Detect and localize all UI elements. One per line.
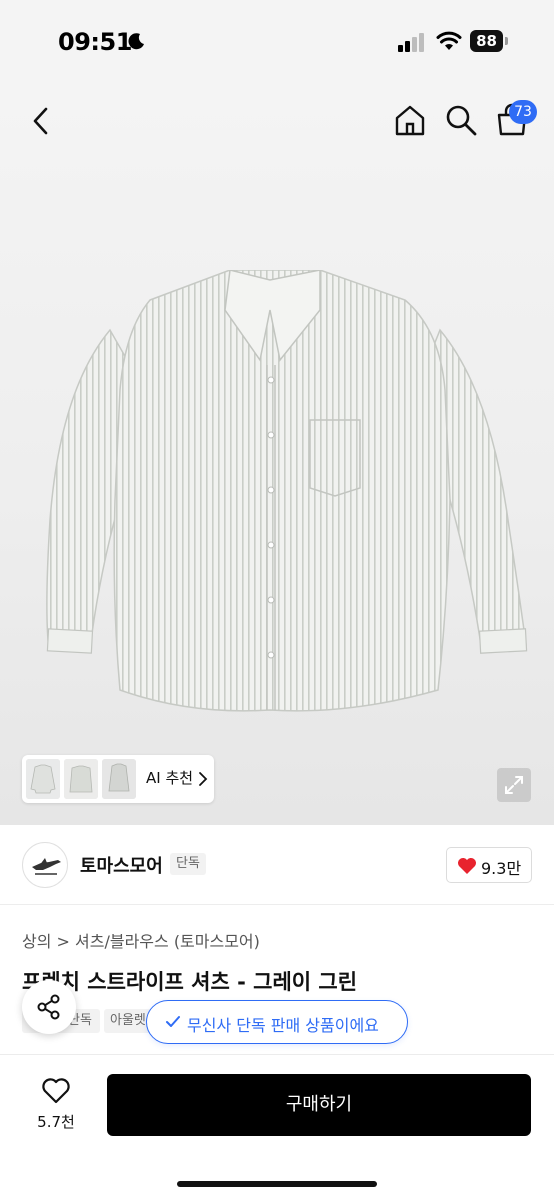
cart-count-badge: 73	[509, 100, 537, 124]
product-image-shirt	[46, 270, 528, 712]
exclusive-chip: 단독	[170, 853, 206, 875]
thumbnail-strip[interactable]: AI 추천	[22, 755, 214, 803]
moon-icon	[128, 33, 144, 50]
bottom-action-bar: 5.7천 구매하기	[0, 1054, 554, 1200]
brand-logo[interactable]	[22, 842, 68, 888]
brand-like-count: 9.3만	[481, 859, 522, 878]
share-icon	[37, 994, 60, 1020]
buy-button[interactable]: 구매하기	[107, 1074, 531, 1136]
status-time: 09:51	[58, 28, 132, 56]
wish-count: 5.7천	[37, 1113, 75, 1131]
thumbnail-image[interactable]	[26, 759, 60, 799]
thumbnail-image[interactable]	[102, 759, 136, 799]
brand-name[interactable]: 토마스모어	[80, 852, 163, 878]
expand-image-button[interactable]	[497, 768, 531, 802]
heart-outline-icon[interactable]	[41, 1077, 71, 1105]
battery-tip	[505, 37, 508, 45]
exclusive-notice-text: 무신사 단독 판매 상품이에요	[187, 1016, 379, 1035]
category-breadcrumb[interactable]: 상의 > 셔츠/블라우스 (토마스모어)	[22, 928, 260, 952]
home-indicator	[177, 1181, 377, 1187]
chevron-right-icon	[199, 772, 208, 786]
ai-recommend-link[interactable]: AI 추천	[146, 767, 193, 788]
cellular-signal-icon	[398, 33, 424, 52]
check-icon	[166, 1016, 180, 1027]
status-bar: 09:51 88	[0, 0, 554, 80]
home-icon[interactable]	[393, 103, 427, 137]
back-button[interactable]	[26, 104, 56, 138]
product-title: 프렌치 스트라이프 셔츠 - 그레이 그린	[22, 970, 358, 994]
battery-indicator: 88	[470, 30, 508, 52]
exclusive-notice-pill: 무신사 단독 판매 상품이에요	[146, 1000, 408, 1044]
share-button[interactable]	[22, 980, 76, 1034]
search-icon[interactable]	[444, 103, 478, 137]
heart-filled-icon	[458, 858, 476, 874]
wifi-icon	[436, 31, 462, 50]
brand-like-button[interactable]: 9.3만	[446, 847, 532, 883]
brand-row: 토마스모어 단독 9.3만	[0, 825, 554, 905]
battery-level: 88	[470, 30, 503, 52]
thumbnail-image[interactable]	[64, 759, 98, 799]
brand-logo-mark	[32, 858, 61, 875]
expand-icon	[505, 776, 523, 794]
